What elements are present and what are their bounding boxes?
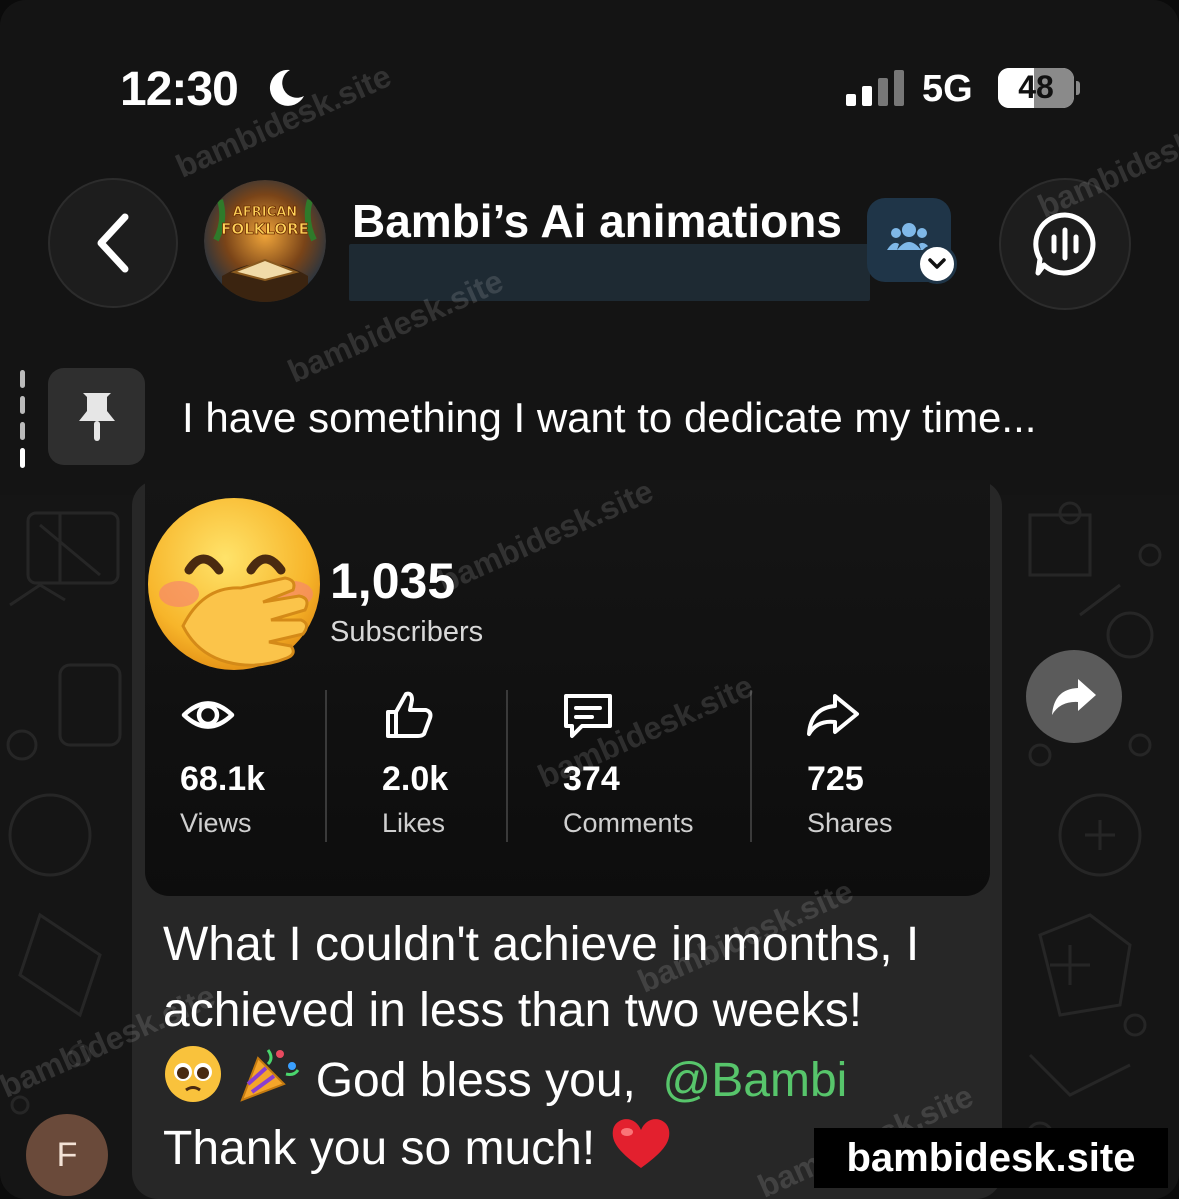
subscribers-count: 1,035: [330, 553, 456, 609]
red-heart-emoji: [612, 1119, 669, 1168]
shares-value: 725: [807, 760, 864, 798]
share-icon: [807, 694, 859, 736]
forward-button[interactable]: [1026, 650, 1122, 743]
pinned-message-text[interactable]: I have something I want to dedicate my t…: [182, 394, 1036, 442]
message-line3-text: God bless you,: [315, 1054, 636, 1107]
forward-arrow-icon: [1052, 678, 1096, 715]
eye-icon: [181, 701, 235, 729]
message-line4-text: Thank you so much!: [163, 1122, 596, 1175]
comment-icon: [564, 694, 612, 738]
comments-value: 374: [563, 760, 620, 798]
group-button[interactable]: [867, 198, 957, 284]
brand-label: bambidesk.site: [814, 1128, 1168, 1188]
pin-icon: [78, 392, 115, 441]
logo-line2: FOLKLORE: [221, 220, 309, 238]
battery-icon: 48: [998, 68, 1080, 108]
battery-percent: 48: [1018, 69, 1054, 105]
pleading-face-emoji: [165, 1046, 221, 1102]
chevron-down-icon: [917, 244, 957, 284]
message-line: God bless you, @Bambi: [163, 1044, 993, 1114]
voice-bubble-icon: [1033, 212, 1096, 276]
likes-value: 2.0k: [382, 760, 449, 798]
status-time: 12:30: [120, 63, 239, 116]
redacted-subtitle: [349, 244, 870, 301]
party-popper-emoji: [240, 1049, 300, 1102]
divider: [506, 690, 508, 842]
chat-header: 12:30 5G 48 AFRICAN FOLKLORE Bambi’s Ai …: [0, 0, 1179, 495]
thumbs-up-icon: [386, 691, 433, 738]
moon-icon: [269, 69, 304, 106]
shares-label: Shares: [807, 808, 893, 838]
network-label: 5G: [922, 68, 973, 110]
signal-icon: [846, 70, 904, 106]
message-line: What I couldn't achieve in months, I: [163, 918, 920, 971]
subscribers-label: Subscribers: [330, 616, 484, 648]
divider: [750, 690, 752, 842]
voice-chat-button[interactable]: [999, 178, 1131, 310]
face-with-hand-over-mouth-emoji: [148, 498, 320, 670]
pin-button[interactable]: [48, 368, 145, 465]
mention-link[interactable]: @Bambi: [663, 1054, 848, 1107]
chat-screen: 12:30 5G 48 AFRICAN FOLKLORE Bambi’s Ai …: [0, 0, 1179, 1199]
divider: [325, 690, 327, 842]
chevron-left-icon: [97, 213, 129, 273]
views-label: Views: [180, 808, 252, 838]
back-button[interactable]: [48, 178, 178, 308]
channel-title[interactable]: Bambi’s Ai animations: [352, 194, 842, 248]
likes-label: Likes: [382, 808, 446, 838]
views-value: 68.1k: [180, 760, 266, 798]
comments-label: Comments: [563, 808, 694, 838]
pin-indicator: [20, 370, 28, 468]
logo-line1: AFRICAN: [233, 205, 297, 220]
message-line: achieved in less than two weeks!: [163, 984, 863, 1037]
channel-avatar[interactable]: AFRICAN FOLKLORE: [204, 180, 326, 302]
sender-avatar[interactable]: F: [26, 1114, 108, 1196]
